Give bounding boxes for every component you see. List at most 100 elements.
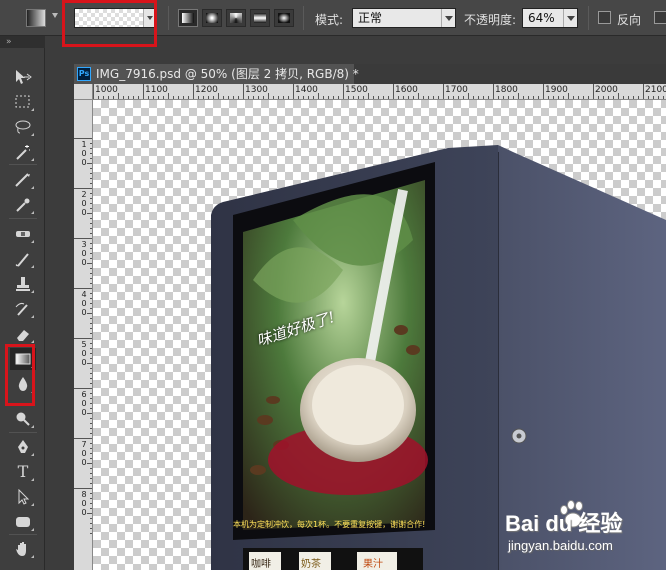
- ruler-minor-tick: [223, 96, 224, 99]
- opacity-input[interactable]: 64%: [522, 8, 578, 28]
- mode-select[interactable]: 正常: [352, 8, 456, 28]
- stamp-icon: [16, 277, 30, 291]
- reflected-gradient-icon: [254, 13, 266, 23]
- document-tab[interactable]: Ps IMG_7916.psd @ 50% (图层 2 拷贝, RGB/8) *: [74, 64, 359, 84]
- ruler-minor-tick: [318, 93, 319, 99]
- dodge-icon: [16, 412, 30, 426]
- toolbox-header[interactable]: »: [0, 36, 45, 48]
- ruler-tick: [243, 84, 244, 99]
- screen-footer-text: 本机为定制冲饮，每次1杯。不要重复按键，谢谢合作!: [233, 520, 426, 529]
- ruler-minor-tick: [388, 96, 389, 99]
- ruler-minor-tick: [98, 96, 99, 99]
- ruler-label: 1200: [195, 85, 218, 95]
- ruler-minor-tick: [553, 96, 554, 99]
- ruler-minor-tick: [213, 96, 214, 99]
- ruler-minor-tick: [198, 96, 199, 99]
- ruler-minor-tick: [578, 96, 579, 99]
- ruler-minor-tick: [373, 96, 374, 99]
- ruler-minor-tick: [488, 96, 489, 99]
- collapse-icon[interactable]: »: [6, 38, 12, 47]
- ruler-tick: [493, 84, 494, 99]
- tool-preset-picker[interactable]: [26, 9, 46, 27]
- horizontal-ruler[interactable]: 1000 1100 1200 1300 1400 1500 1600 1700 1800 1900…: [74, 84, 666, 100]
- ruler-minor-tick: [268, 93, 269, 99]
- ruler-minor-tick: [498, 96, 499, 99]
- eyedropper-tool[interactable]: [10, 194, 36, 216]
- ruler-minor-tick: [513, 96, 514, 99]
- angle-gradient-button[interactable]: [226, 9, 246, 27]
- separator: [168, 6, 169, 30]
- crop-tool[interactable]: [10, 169, 36, 191]
- chevron-down-icon[interactable]: [563, 9, 577, 27]
- ruler-origin[interactable]: [74, 84, 93, 100]
- ruler-minor-tick: [303, 96, 304, 99]
- ruler-tick: [74, 138, 92, 139]
- eraser-tool[interactable]: [10, 323, 36, 345]
- ruler-minor-tick: [563, 96, 564, 99]
- move-tool[interactable]: [10, 66, 36, 88]
- ruler-minor-tick: [658, 96, 659, 99]
- linear-gradient-button[interactable]: [178, 9, 198, 27]
- ruler-label: 1600: [395, 85, 418, 95]
- diamond-gradient-icon: [278, 13, 290, 23]
- brush-tool[interactable]: [10, 248, 36, 270]
- lasso-icon: [15, 120, 31, 134]
- ruler-minor-tick: [238, 96, 239, 99]
- clone-stamp-tool[interactable]: [10, 273, 36, 295]
- marquee-tool[interactable]: [10, 91, 36, 113]
- healing-brush-tool[interactable]: [10, 223, 36, 245]
- ruler-minor-tick: [263, 96, 264, 99]
- ruler-minor-tick: [628, 96, 629, 99]
- ruler-tick: [74, 288, 92, 289]
- chevron-down-icon[interactable]: [52, 13, 58, 18]
- ruler-minor-tick: [208, 96, 209, 99]
- magic-wand-tool[interactable]: [10, 141, 36, 163]
- ruler-minor-tick: [633, 96, 634, 99]
- ruler-tick: [343, 84, 344, 99]
- ruler-minor-tick: [123, 96, 124, 99]
- ruler-label: 1400: [295, 85, 318, 95]
- eraser-icon: [17, 330, 29, 341]
- path-selection-tool[interactable]: [10, 486, 36, 508]
- ruler-minor-tick: [333, 96, 334, 99]
- hand-tool[interactable]: [10, 538, 36, 560]
- highlight-box-gradient-picker: [62, 0, 157, 47]
- ruler-minor-tick: [648, 96, 649, 99]
- ruler-minor-tick: [258, 96, 259, 99]
- ruler-label: 1500: [345, 85, 368, 95]
- lasso-tool[interactable]: [10, 116, 36, 138]
- ruler-minor-tick: [103, 96, 104, 99]
- ruler-label: 1300: [245, 85, 268, 95]
- shape-tool[interactable]: [10, 511, 36, 533]
- ruler-minor-tick: [508, 96, 509, 99]
- radial-gradient-icon: [206, 13, 218, 23]
- diamond-gradient-button[interactable]: [274, 9, 294, 27]
- reflected-gradient-button[interactable]: [250, 9, 270, 27]
- hand-icon: [16, 542, 26, 556]
- ruler-tick: [643, 84, 644, 99]
- watermark-url: jingyan.baidu.com: [508, 538, 613, 553]
- ruler-tick: [74, 238, 92, 239]
- mode-value: 正常: [358, 11, 383, 25]
- ruler-minor-tick: [353, 96, 354, 99]
- ruler-tick: [74, 188, 92, 189]
- ruler-minor-tick: [463, 96, 464, 99]
- type-tool[interactable]: T: [10, 461, 36, 483]
- ruler-minor-tick: [533, 96, 534, 99]
- reverse-checkbox[interactable]: [598, 11, 611, 24]
- ruler-minor-tick: [133, 96, 134, 99]
- dodge-tool[interactable]: [10, 408, 36, 430]
- path-select-icon: [18, 489, 30, 505]
- ruler-minor-tick: [283, 96, 284, 99]
- radial-gradient-button[interactable]: [202, 9, 222, 27]
- ruler-minor-tick: [228, 96, 229, 99]
- vertical-ruler[interactable]: 1 0 02 0 03 0 04 0 05 0 06 0 07 0 08 0 0: [74, 100, 93, 570]
- highlight-box-gradient-tool: [5, 344, 35, 406]
- dither-checkbox[interactable]: [654, 11, 666, 24]
- ruler-label: 2100: [645, 85, 666, 95]
- eyedropper-icon: [16, 198, 30, 212]
- ruler-minor-tick: [383, 96, 384, 99]
- photoshop-icon: Ps: [77, 67, 91, 81]
- history-brush-tool[interactable]: [10, 298, 36, 320]
- pen-tool[interactable]: [10, 436, 36, 458]
